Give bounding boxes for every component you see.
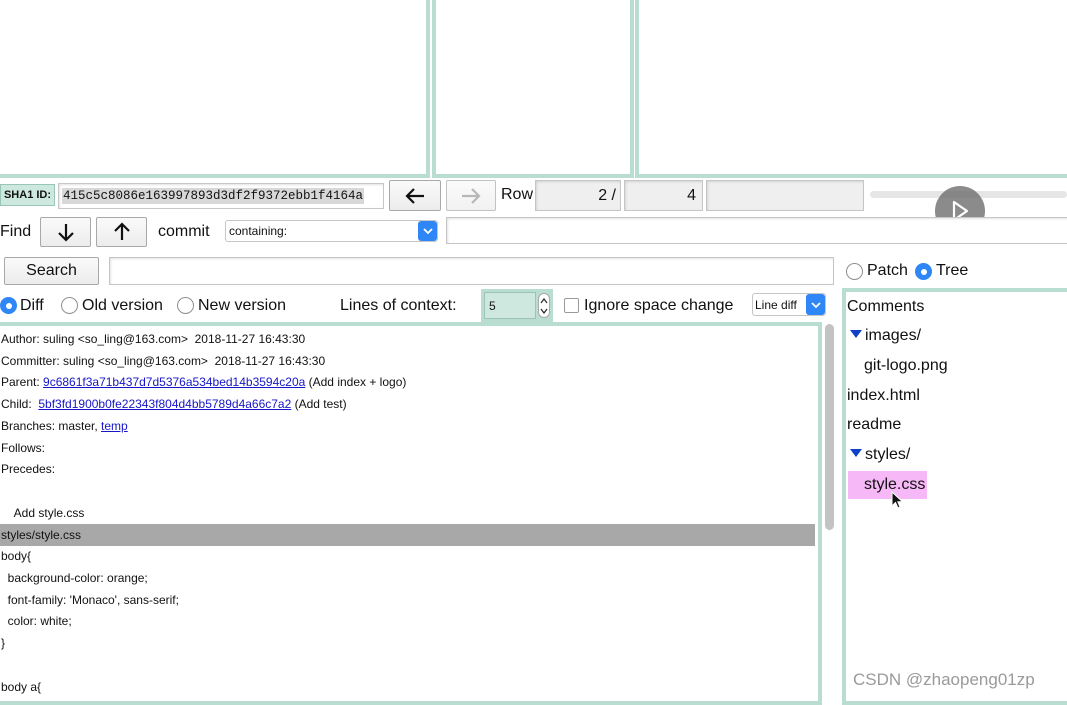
child-message: (Add test) [291, 397, 347, 411]
search-button-label: Search [26, 262, 77, 279]
stepper-up-down-icon [540, 297, 548, 314]
tree-item-comments[interactable]: Comments [847, 293, 924, 321]
arrow-up-icon [113, 222, 130, 240]
sha1-field[interactable]: 415c5c8086e163997893d3df2f9372ebb1f4164a [58, 183, 384, 209]
child-label: Child: [1, 397, 39, 411]
row-label: Row [501, 186, 534, 203]
context-stepper[interactable]: 5 [481, 289, 553, 322]
child-sha-link[interactable]: 5bf3fd1900b0fe22343f804d4bb5789d4a66c7a2 [38, 397, 291, 411]
tree-label: Tree [936, 262, 969, 279]
file-header[interactable]: styles/style.css [0, 524, 815, 546]
precedes-line: Precedes: [1, 462, 56, 476]
diff-mode-dropdown-arrow[interactable] [806, 294, 825, 315]
diff-radio[interactable] [0, 297, 17, 314]
diff-line: } [1, 636, 6, 650]
tree-item-styles-folder[interactable]: styles/ [850, 441, 910, 469]
tree-radio[interactable] [915, 263, 932, 280]
expand-triangle-icon[interactable] [850, 329, 862, 338]
parent-sha-link[interactable]: 9c6861f3a71b437d7d5376a534bed14b3594c20a [43, 375, 305, 389]
diff-content: Author: suling <so_ling@163.com> 2018-11… [0, 326, 815, 701]
diff-scrollbar-thumb[interactable] [825, 324, 834, 530]
patch-radio[interactable] [846, 263, 863, 280]
old-version-radio[interactable] [61, 297, 78, 314]
mouse-cursor-icon [891, 491, 904, 509]
arrow-down-icon [57, 224, 74, 242]
arrow-right-icon [462, 187, 481, 204]
sha1-label: SHA1 ID: [3, 189, 52, 201]
parent-line: Parent: 9c6861f3a71b437d7d5376a534bed14b… [1, 371, 406, 393]
context-stepper-arrows[interactable] [538, 293, 550, 318]
tree-item-images-folder[interactable]: images/ [850, 322, 921, 350]
row-current: 2 / [598, 186, 616, 204]
ignore-space-label: Ignore space change [584, 297, 734, 314]
tree-item-index-html[interactable]: index.html [847, 382, 920, 410]
follows-line: Follows: [1, 441, 46, 455]
find-up-button[interactable] [96, 217, 147, 247]
diff-line: font-family: 'Monaco', sans-serif; [1, 593, 179, 607]
new-version-label: New version [198, 297, 287, 314]
find-down-button[interactable] [40, 217, 91, 247]
expand-triangle-icon[interactable] [850, 448, 862, 457]
find-mode-dropdown-arrow[interactable] [418, 221, 437, 241]
branches-line: Branches: master, temp [1, 415, 128, 437]
find-mode-value: containing: [229, 224, 288, 238]
find-commit-label: commit [158, 223, 210, 240]
row-current-field: 2 / [535, 180, 621, 211]
tree-item-git-logo[interactable]: git-logo.png [864, 352, 948, 380]
diff-mode-value: Line diff [755, 297, 797, 312]
search-button[interactable]: Search [4, 257, 99, 285]
context-field[interactable]: 5 [484, 292, 537, 319]
commit-date-pane[interactable] [635, 0, 1067, 178]
find-mode-select[interactable]: containing: [225, 220, 438, 242]
chevron-down-icon [810, 301, 821, 308]
watermark: CSDN @zhaopeng01zp [853, 670, 1035, 689]
progress-field [706, 180, 864, 211]
row-total-field: 4 [624, 180, 703, 211]
patch-label: Patch [867, 262, 908, 279]
tree-item-style-css[interactable]: style.css [848, 471, 927, 499]
find-text-input[interactable] [446, 217, 1067, 244]
commit-author-pane[interactable] [432, 0, 634, 178]
back-button[interactable] [389, 180, 441, 211]
commit-message: Add style.css [1, 506, 85, 520]
author-line: Author: suling <so_ling@163.com> 2018-11… [1, 332, 306, 346]
branch-temp-link[interactable]: temp [101, 419, 128, 433]
committer-line: Committer: suling <so_ling@163.com> 2018… [1, 354, 326, 368]
parent-message: (Add index + logo) [305, 375, 407, 389]
diff-line: color: white; [1, 614, 72, 628]
row-total: 4 [687, 186, 696, 204]
diff-line: body{ [1, 549, 32, 563]
ignore-space-checkbox[interactable] [564, 298, 579, 313]
diff-line: body a{ [1, 680, 42, 694]
sha1-value: 415c5c8086e163997893d3df2f9372ebb1f4164a [62, 188, 365, 204]
search-input[interactable] [109, 257, 834, 285]
parent-label: Parent: [1, 375, 44, 389]
branches-label: Branches: master, [1, 419, 102, 433]
diff-line: background-color: orange; [1, 571, 148, 585]
commit-graph-pane[interactable] [0, 0, 430, 178]
lines-of-context-label: Lines of context: [340, 297, 457, 314]
new-version-radio[interactable] [177, 297, 194, 314]
forward-button[interactable] [446, 180, 496, 211]
tree-item-readme[interactable]: readme [847, 411, 901, 439]
old-version-label: Old version [82, 297, 163, 314]
context-value: 5 [489, 298, 496, 313]
diff-label: Diff [20, 297, 44, 314]
chevron-down-icon [422, 228, 433, 235]
diff-mode-select[interactable]: Line diff [752, 293, 826, 316]
sha1-label-box: SHA1 ID: [0, 184, 55, 206]
find-label: Find [0, 223, 32, 240]
arrow-left-icon [405, 187, 424, 204]
child-line: Child: 5bf3fd1900b0fe22343f804d4bb5789d4… [1, 393, 347, 415]
